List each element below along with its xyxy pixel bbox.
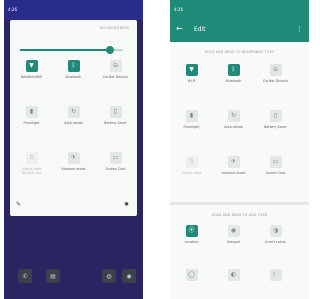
home-dock: ✆ ▤ ◍ ◉ — [4, 269, 143, 285]
tile-wifi[interactable]: ▼ Wi-Fi — [171, 64, 213, 100]
settings-gear-icon[interactable]: ✹ — [124, 201, 129, 208]
tile-flashlight[interactable]: ▮ Flashlight — [171, 110, 213, 146]
cast-icon: ▭ — [109, 152, 122, 164]
status-bar: 4:26 — [4, 0, 143, 20]
tile-bluetooth[interactable]: ᛒ Bluetooth — [53, 60, 95, 96]
airplane-icon: ✈ — [227, 156, 240, 168]
mobile-data-icon: ⇅ — [25, 152, 38, 164]
tile-rotate[interactable]: ↻ Auto-rotate — [213, 110, 255, 146]
hotspot-icon: ◉ — [227, 225, 240, 237]
back-arrow-icon[interactable]: ← — [176, 24, 183, 33]
tile-label: Airplane mode — [221, 171, 246, 175]
bluetooth-icon: ᛒ — [67, 60, 80, 72]
tile-data-saver[interactable]: ◯ — [171, 269, 213, 299]
brightness-label: NO BRIGHTNESS — [99, 26, 129, 30]
rotate-icon: ↻ — [67, 106, 80, 118]
status-time: 4:26 — [174, 7, 183, 12]
tile-label: Screen Cast — [265, 171, 286, 175]
tile-label: Do Not Disturb — [263, 79, 288, 83]
tile-airplane[interactable]: ✈ Airplane mode — [53, 152, 95, 188]
brightness-row: NO BRIGHTNESS — [18, 26, 129, 34]
rearrange-header: HOLD AND DRAG TO REARRANGE TILES — [204, 50, 275, 54]
flashlight-icon: ▮ — [185, 110, 198, 122]
brightness-slider[interactable] — [20, 46, 123, 54]
tile-contrast[interactable]: ◐ — [213, 269, 255, 299]
do-not-disturb-icon: ⊖ — [269, 64, 282, 76]
night-icon: ☾ — [269, 269, 282, 281]
messages-app-icon[interactable]: ▤ — [46, 269, 60, 283]
tile-label: Battery Saver — [104, 121, 127, 125]
tile-night[interactable]: ☾ — [255, 269, 297, 299]
rotate-icon: ↻ — [227, 110, 240, 122]
camera-app-icon[interactable]: ◉ — [122, 269, 136, 283]
tile-battery[interactable]: ▯ Battery Saver — [95, 106, 137, 142]
more-options-icon[interactable]: ⋮ — [296, 25, 303, 33]
tile-cast[interactable]: ▭ Screen Cast — [255, 156, 297, 192]
cast-icon: ▭ — [269, 156, 282, 168]
tile-battery[interactable]: ▯ Battery Saver — [255, 110, 297, 146]
tile-wifi[interactable]: ▼ NetWork/Wifi — [11, 60, 53, 96]
tile-label: Battery Saver — [264, 125, 287, 129]
quick-settings-panel: NO BRIGHTNESS ▼ NetWork/Wifi ᛒ Bluetooth ⊖ Do… — [10, 20, 137, 216]
tile-label: Wi-Fi — [187, 79, 196, 83]
tile-label: Location — [184, 240, 199, 244]
mobile-data-icon: ⇅ — [185, 156, 198, 168]
tile-mobile-data[interactable]: ⇅ Mobile data No SIM card — [11, 152, 53, 188]
available-tiles-section: HOLD AND DRAG TO ADD TILES ⦿ Location ◉ Hot… — [170, 202, 309, 299]
tile-mobile-data[interactable]: ⇅ Mobile data — [171, 156, 213, 192]
add-tiles-header: HOLD AND DRAG TO ADD TILES — [211, 213, 268, 217]
contrast-icon: ◐ — [227, 269, 240, 281]
location-icon: ⦿ — [185, 225, 198, 237]
tile-label: Auto-rotate — [224, 125, 243, 129]
tile-cast[interactable]: ▭ Screen Cast — [95, 152, 137, 188]
edit-title: Edit — [194, 26, 206, 33]
data-saver-icon: ◯ — [185, 269, 198, 281]
tile-label: Flashlight — [23, 121, 40, 125]
edit-tiles-screen: 4:26 ← Edit ⋮ HOLD AND DRAG TO REARRANGE… — [170, 0, 309, 299]
tile-hotspot[interactable]: ◉ Hotspot — [213, 225, 255, 261]
brightness-fill — [20, 49, 110, 51]
tile-label: Screen Cast — [105, 167, 126, 171]
tile-label: Airplane mode — [61, 167, 86, 171]
wifi-icon: ▼ — [185, 64, 198, 76]
edit-app-bar: ← Edit ⋮ — [170, 20, 309, 42]
wifi-icon: ▼ — [25, 60, 38, 72]
tile-label: Invert colors — [265, 240, 286, 244]
tile-label: Hotspot — [227, 240, 240, 244]
tile-do-not-disturb[interactable]: ⊖ Do Not Disturb — [95, 60, 137, 96]
tile-do-not-disturb[interactable]: ⊖ Do Not Disturb — [255, 64, 297, 100]
airplane-icon: ✈ — [67, 152, 80, 164]
invert-colors-icon: ◑ — [269, 225, 282, 237]
active-tiles-section: HOLD AND DRAG TO REARRANGE TILES ▼ Wi-Fi ᛒ… — [170, 42, 309, 202]
brightness-thumb[interactable] — [105, 46, 114, 54]
tile-airplane[interactable]: ✈ Airplane mode — [213, 156, 255, 192]
tile-label: Bluetooth — [65, 75, 82, 79]
tile-rotate[interactable]: ↻ Auto-rotate — [53, 106, 95, 142]
status-time: 4:26 — [8, 7, 17, 12]
tile-flashlight[interactable]: ▮ Flashlight — [11, 106, 53, 142]
quick-settings-screen: 4:26 NO BRIGHTNESS ▼ NetWork/Wifi ᛒ Bluetoo… — [4, 0, 143, 299]
edit-pencil-icon[interactable]: ✎ — [16, 201, 21, 208]
bluetooth-icon: ᛒ — [227, 64, 240, 76]
browser-app-icon[interactable]: ◍ — [102, 269, 116, 283]
tile-label: Mobile data No SIM card — [21, 167, 42, 175]
tile-location[interactable]: ⦿ Location — [171, 225, 213, 261]
status-bar: 4:26 — [170, 0, 309, 20]
tile-label: Bluetooth — [225, 79, 242, 83]
battery-icon: ▯ — [109, 106, 122, 118]
tile-invert-colors[interactable]: ◑ Invert colors — [255, 225, 297, 261]
phone-app-icon[interactable]: ✆ — [18, 269, 32, 283]
tile-label: Do Not Disturb — [103, 75, 128, 79]
do-not-disturb-icon: ⊖ — [109, 60, 122, 72]
tile-label: Flashlight — [183, 125, 200, 129]
flashlight-icon: ▮ — [25, 106, 38, 118]
tile-bluetooth[interactable]: ᛒ Bluetooth — [213, 64, 255, 100]
tile-label: Mobile data — [181, 171, 202, 175]
battery-icon: ▯ — [269, 110, 282, 122]
tile-label: NetWork/Wifi — [20, 75, 43, 79]
tile-label: Auto-rotate — [64, 121, 83, 125]
